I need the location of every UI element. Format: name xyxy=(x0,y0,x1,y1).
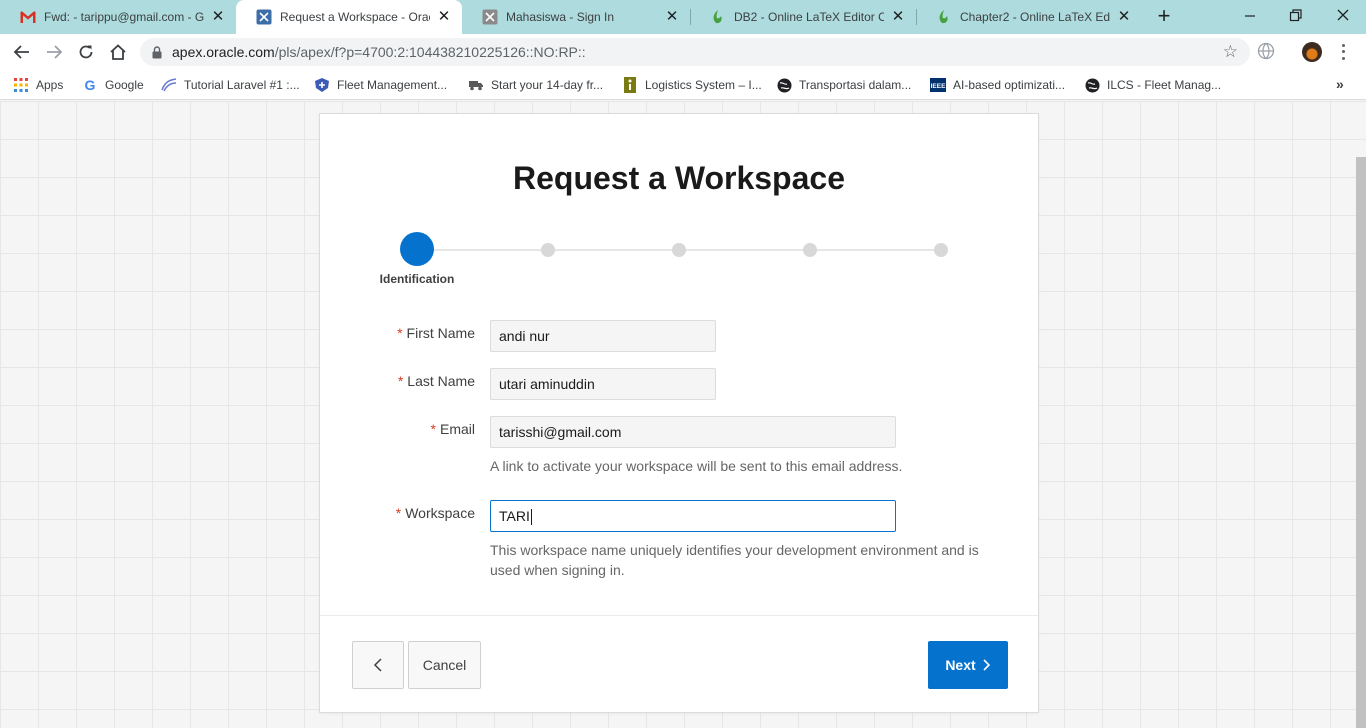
svg-text:IEEE: IEEE xyxy=(931,83,946,90)
bookmarks-overflow-icon[interactable]: » xyxy=(1336,76,1344,92)
globe-icon xyxy=(1084,77,1100,93)
address-bar[interactable]: apex.oracle.com/pls/apex/f?p=4700:2:1044… xyxy=(140,38,1250,66)
arrow-left-icon xyxy=(13,45,29,59)
ieee-icon: IEEE xyxy=(930,77,946,93)
tab-chapter2-overleaf[interactable]: Chapter2 - Online LaTeX Editor ✕ xyxy=(916,0,1142,34)
required-marker: * xyxy=(395,505,402,521)
workspace-help-text: This workspace name uniquely identifies … xyxy=(490,542,979,578)
email-input[interactable] xyxy=(490,416,896,448)
bookmark-ilcs-fleet[interactable]: ILCS - Fleet Manag... xyxy=(1084,76,1221,94)
wizard-card: Request a Workspace Identification * Firs… xyxy=(319,113,1039,713)
tab-db2-overleaf[interactable]: DB2 - Online LaTeX Editor Ove ✕ xyxy=(690,0,916,34)
overleaf-icon xyxy=(710,9,726,25)
translate-extension-icon[interactable] xyxy=(1257,42,1277,62)
last-name-label: * Last Name xyxy=(397,373,475,389)
bookmark-fleet-management[interactable]: Fleet Management... xyxy=(314,76,447,94)
chevron-right-icon xyxy=(983,659,990,671)
fleet-icon xyxy=(314,77,330,93)
required-marker: * xyxy=(397,325,403,341)
back-nav-button[interactable] xyxy=(10,40,34,64)
tab-request-workspace[interactable]: Request a Workspace - Oracle ✕ xyxy=(236,0,462,34)
bookmark-google[interactable]: G Google xyxy=(82,76,144,94)
bookmark-star-icon[interactable]: ☆ xyxy=(1223,43,1238,61)
required-marker: * xyxy=(430,421,436,437)
lock-icon[interactable] xyxy=(152,45,162,59)
bookmarks-bar: Apps G Google Tutorial Laravel #1 :... F… xyxy=(0,70,1366,100)
cancel-button[interactable]: Cancel xyxy=(408,641,481,689)
apex-icon xyxy=(482,9,498,25)
apps-grid-icon xyxy=(13,77,29,93)
close-icon[interactable]: ✕ xyxy=(1116,9,1132,25)
tab-gmail[interactable]: Fwd: - tarippu@gmail.com - Gm ✕ xyxy=(0,0,236,34)
card-footer-divider xyxy=(320,615,1038,616)
bookmark-logistics-system[interactable]: Logistics System – I... xyxy=(622,76,762,94)
arrow-right-icon xyxy=(47,45,63,59)
required-marker: * xyxy=(397,373,404,389)
apex-icon xyxy=(256,9,272,25)
home-button[interactable] xyxy=(106,40,130,64)
overleaf-icon xyxy=(936,9,952,25)
forward-nav-button[interactable] xyxy=(42,40,66,64)
laravel-icon xyxy=(161,77,177,93)
gmail-icon xyxy=(20,9,36,25)
previous-step-button[interactable] xyxy=(352,641,404,689)
bookmark-laravel[interactable]: Tutorial Laravel #1 :... xyxy=(161,76,300,94)
wizard-step-2 xyxy=(541,243,555,257)
bookmark-transportasi[interactable]: Transportasi dalam... xyxy=(776,76,911,94)
page-scrollbar[interactable] xyxy=(1356,157,1366,728)
google-icon: G xyxy=(84,77,96,93)
close-icon[interactable]: ✕ xyxy=(890,9,906,25)
profile-avatar[interactable] xyxy=(1302,42,1322,62)
chevron-left-icon xyxy=(373,658,382,672)
email-help-text: A link to activate your workspace will b… xyxy=(490,458,903,474)
info-icon xyxy=(622,77,638,93)
restore-button[interactable] xyxy=(1284,5,1308,27)
reload-icon xyxy=(79,45,93,59)
last-name-input[interactable] xyxy=(490,368,716,400)
next-button[interactable]: Next xyxy=(928,641,1008,689)
close-icon[interactable]: ✕ xyxy=(436,9,452,25)
text-caret xyxy=(530,509,532,526)
workspace-input[interactable]: TARI xyxy=(490,500,896,532)
new-tab-button[interactable]: + xyxy=(1154,5,1174,27)
truck-icon xyxy=(468,77,484,93)
home-icon xyxy=(110,44,126,60)
wizard-step-4 xyxy=(803,243,817,257)
close-icon[interactable]: ✕ xyxy=(664,9,680,25)
reload-button[interactable] xyxy=(74,40,98,64)
wizard-step-1-current xyxy=(400,232,434,266)
bookmark-start-trial[interactable]: Start your 14-day fr... xyxy=(468,76,603,94)
minimize-button[interactable] xyxy=(1238,5,1262,27)
page-title: Request a Workspace xyxy=(513,160,845,196)
tab-mahasiswa[interactable]: Mahasiswa - Sign In ✕ xyxy=(462,0,690,34)
browser-toolbar: apex.oracle.com/pls/apex/f?p=4700:2:1044… xyxy=(0,34,1366,70)
workspace-label: * Workspace xyxy=(395,505,475,521)
close-icon[interactable]: ✕ xyxy=(210,9,226,25)
globe-icon xyxy=(776,77,792,93)
url-text: apex.oracle.com/pls/apex/f?p=4700:2:1044… xyxy=(172,44,586,60)
wizard-step-3 xyxy=(672,243,686,257)
first-name-input[interactable] xyxy=(490,320,716,352)
wizard-step-label: Identification xyxy=(379,272,455,286)
bookmark-ai-optimization[interactable]: IEEE AI-based optimizati... xyxy=(930,76,1065,94)
browser-menu-icon[interactable] xyxy=(1337,42,1349,62)
wizard-step-5 xyxy=(934,243,948,257)
email-label: * Email xyxy=(430,421,475,437)
tab-strip: Fwd: - tarippu@gmail.com - Gm ✕ Request … xyxy=(0,0,1366,34)
close-window-button[interactable] xyxy=(1331,5,1355,27)
bookmark-apps[interactable]: Apps xyxy=(13,76,63,94)
first-name-label: * First Name xyxy=(397,325,475,341)
